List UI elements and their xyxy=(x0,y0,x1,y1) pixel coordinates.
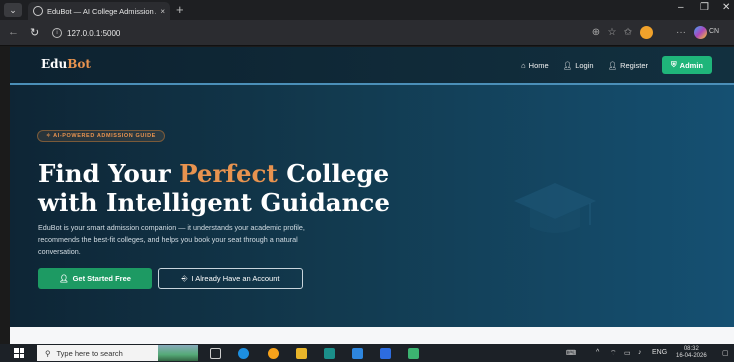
brand-text-part2: Bot xyxy=(67,57,91,71)
battery-icon[interactable]: ▭ xyxy=(624,349,631,357)
nav-login-label: Login xyxy=(575,60,594,70)
language-indicator[interactable]: ENG xyxy=(652,349,667,356)
hero-badge-text: AI-POWERED ADMISSION GUIDE xyxy=(53,133,156,139)
favorites-icon[interactable]: ✩ xyxy=(622,27,634,39)
app-navbar: EduBot ⌂ Home 👤︎ Login 👤︎ Register ⛨ Adm… xyxy=(10,47,734,83)
nav-home-link[interactable]: ⌂ Home xyxy=(521,61,549,70)
close-window-icon[interactable]: ✕ xyxy=(722,2,730,13)
clock-time: 08:32 xyxy=(683,346,699,352)
browser-tab-bar: ⌄ EduBot — AI College Admission A × + – … xyxy=(0,0,734,20)
user-plus-icon: 👤︎ xyxy=(607,60,618,70)
existing-account-button[interactable]: ⎆ I Already Have an Account xyxy=(158,268,303,289)
profile-avatar-icon[interactable] xyxy=(640,26,653,39)
existing-account-label: I Already Have an Account xyxy=(191,274,280,283)
zoom-icon[interactable]: ⊕ xyxy=(590,27,602,39)
chrome-icon[interactable] xyxy=(268,348,279,359)
browser-tab[interactable]: EduBot — AI College Admission A × xyxy=(28,2,170,20)
minimize-icon[interactable]: – xyxy=(678,2,684,13)
page-viewport: EduBot ⌂ Home 👤︎ Login 👤︎ Register ⛨ Adm… xyxy=(10,47,734,344)
new-tab-button[interactable]: + xyxy=(176,2,184,18)
favorite-star-icon[interactable]: ☆ xyxy=(606,27,618,39)
taskbar-search-placeholder: Type here to search xyxy=(56,348,123,358)
task-view-icon[interactable] xyxy=(210,348,221,359)
url-field[interactable]: i 127.0.0.1:5000 xyxy=(52,24,592,42)
hero-badge: ✧ AI-POWERED ADMISSION GUIDE xyxy=(37,130,165,142)
taskbar-clock[interactable]: 08:32 16-04-2026 xyxy=(676,346,707,360)
windows-start-icon[interactable] xyxy=(14,348,24,358)
home-icon: ⌂ xyxy=(521,60,526,70)
notification-icon[interactable]: ▢ xyxy=(722,349,729,357)
url-text: 127.0.0.1:5000 xyxy=(67,28,121,38)
teams-icon[interactable] xyxy=(324,348,335,359)
copilot-icon[interactable] xyxy=(694,26,707,39)
globe-icon xyxy=(33,6,43,16)
tray-chevron-icon[interactable]: ^ xyxy=(596,349,599,356)
brand-logo[interactable]: EduBot xyxy=(41,57,91,71)
tab-title: EduBot — AI College Admission A xyxy=(47,6,157,16)
edge-icon[interactable] xyxy=(238,348,249,359)
pycharm-icon[interactable] xyxy=(408,348,419,359)
get-started-label: Get Started Free xyxy=(72,274,131,283)
tab-actions-menu-button[interactable]: ⌄ xyxy=(4,3,22,17)
headline-part2: College xyxy=(277,159,390,188)
clock-date: 16-04-2026 xyxy=(676,353,707,359)
keyboard-icon[interactable]: ⌨ xyxy=(566,349,576,357)
file-explorer-icon[interactable] xyxy=(296,348,307,359)
search-icon: ⚲ xyxy=(45,348,51,358)
hero-headline: Find Your Perfect College with Intellige… xyxy=(38,159,390,217)
headline-part1: Find Your xyxy=(38,159,180,188)
headline-accent: Perfect xyxy=(179,159,278,188)
sign-in-icon: ⎆ xyxy=(181,273,188,283)
user-plus-icon: 👤︎ xyxy=(59,274,69,283)
network-icon[interactable]: ⌔ xyxy=(610,349,617,358)
page-lower-section xyxy=(10,327,734,344)
shield-icon: ⛨ xyxy=(671,60,677,69)
copilot-label: CN xyxy=(709,28,720,35)
back-icon[interactable]: ← xyxy=(8,26,19,38)
nav-links: ⌂ Home 👤︎ Login 👤︎ Register ⛨ Admin xyxy=(521,56,712,74)
volume-icon[interactable]: ♪ xyxy=(638,349,642,356)
admin-button[interactable]: ⛨ Admin xyxy=(662,56,712,74)
hero-description: EduBot is your smart admission companion… xyxy=(38,223,305,256)
restore-icon[interactable]: ❐ xyxy=(700,2,709,13)
app-icon[interactable] xyxy=(380,348,391,359)
nav-home-label: Home xyxy=(528,60,549,70)
more-options-icon[interactable]: ··· xyxy=(675,27,687,39)
refresh-icon[interactable]: ↻ xyxy=(30,26,39,39)
get-started-button[interactable]: 👤︎ Get Started Free xyxy=(38,268,152,289)
search-highlight-image[interactable] xyxy=(158,345,198,361)
site-info-icon[interactable]: i xyxy=(52,28,62,38)
graduation-cap-icon xyxy=(514,183,596,233)
admin-button-label: Admin xyxy=(679,60,703,70)
headline-line2: with Intelligent Guidance xyxy=(38,188,390,217)
windows-taskbar: ⚲ Type here to search ⌨ ^ ⌔ ▭ ♪ ENG 08:3… xyxy=(0,344,734,362)
tab-close-icon[interactable]: × xyxy=(160,7,165,16)
nav-register-label: Register xyxy=(620,60,649,70)
nav-login-link[interactable]: 👤︎ Login xyxy=(563,61,594,70)
store-icon[interactable] xyxy=(352,348,363,359)
hero-section: ✧ AI-POWERED ADMISSION GUIDE Find Your P… xyxy=(10,85,734,327)
nav-register-link[interactable]: 👤︎ Register xyxy=(608,61,648,70)
brand-text-part1: Edu xyxy=(41,57,68,71)
user-icon: 👤︎ xyxy=(562,60,573,70)
browser-address-bar: ← ↻ i 127.0.0.1:5000 ⊕ ☆ ✩ ··· CN xyxy=(0,20,734,46)
